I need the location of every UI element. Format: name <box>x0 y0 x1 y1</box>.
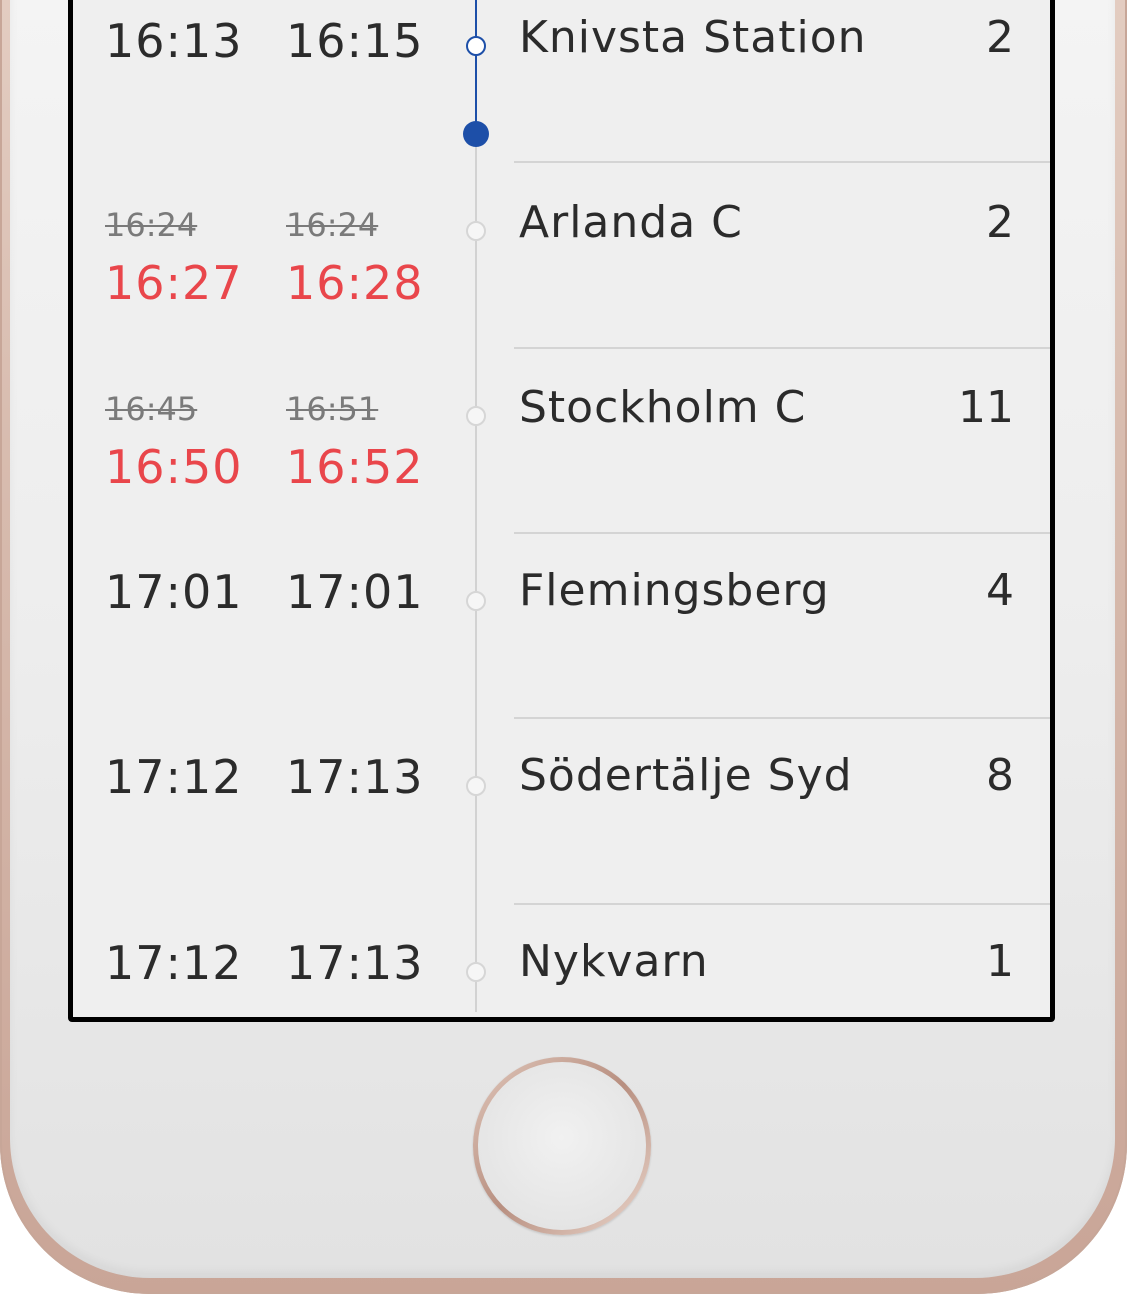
departure-time: 17:13 <box>286 750 424 804</box>
new-arrival-time: 16:50 <box>105 440 243 494</box>
departure-time: 17:13 <box>286 936 424 990</box>
track-number: 2 <box>986 12 1014 63</box>
arrival-time: 16:13 <box>105 14 243 68</box>
original-departure-time: 16:51 <box>286 390 379 428</box>
track-number: 1 <box>986 936 1014 987</box>
arrival-time: 17:12 <box>105 750 243 804</box>
new-departure-time: 16:28 <box>286 256 424 310</box>
departure-time: 16:15 <box>286 14 424 68</box>
stop-row[interactable]: 17:12 17:13 Nykvarn 1 <box>73 904 1050 1017</box>
track-number: 11 <box>958 382 1014 433</box>
home-button-face <box>478 1062 646 1230</box>
stop-marker-icon <box>466 962 486 982</box>
station-name: Knivsta Station <box>519 12 867 63</box>
stop-row[interactable]: 17:12 17:13 Södertälje Syd 8 <box>73 718 1050 903</box>
original-departure-time: 16:24 <box>286 206 379 244</box>
station-name: Stockholm C <box>519 382 807 433</box>
arrival-time: 17:01 <box>105 565 243 619</box>
station-name: Arlanda C <box>519 197 743 248</box>
stop-marker-icon <box>466 591 486 611</box>
track-number: 8 <box>986 750 1014 801</box>
track-number: 2 <box>986 197 1014 248</box>
original-arrival-time: 16:45 <box>105 390 198 428</box>
stop-row[interactable]: 16:13 16:15 Knivsta Station 2 <box>73 0 1050 175</box>
station-name: Södertälje Syd <box>519 750 853 801</box>
stop-row[interactable]: 16:45 16:51 16:50 16:52 Stockholm C 11 <box>73 348 1050 533</box>
stop-row[interactable]: 16:24 16:24 16:27 16:28 Arlanda C 2 <box>73 162 1050 347</box>
departure-time: 17:01 <box>286 565 424 619</box>
stop-marker-icon <box>466 36 486 56</box>
station-name: Flemingsberg <box>519 565 830 616</box>
track-number: 4 <box>986 565 1014 616</box>
new-departure-time: 16:52 <box>286 440 424 494</box>
station-name: Nykvarn <box>519 936 709 987</box>
stop-marker-icon <box>466 776 486 796</box>
original-arrival-time: 16:24 <box>105 206 198 244</box>
stop-marker-icon <box>466 406 486 426</box>
stop-marker-icon <box>466 221 486 241</box>
new-arrival-time: 16:27 <box>105 256 243 310</box>
journey-stop-list: 16:13 16:15 Knivsta Station 2 16:24 16:2… <box>73 0 1050 1017</box>
stop-row[interactable]: 17:01 17:01 Flemingsberg 4 <box>73 533 1050 718</box>
arrival-time: 17:12 <box>105 936 243 990</box>
home-button[interactable] <box>473 1057 651 1235</box>
phone-screen: 16:13 16:15 Knivsta Station 2 16:24 16:2… <box>68 0 1055 1022</box>
